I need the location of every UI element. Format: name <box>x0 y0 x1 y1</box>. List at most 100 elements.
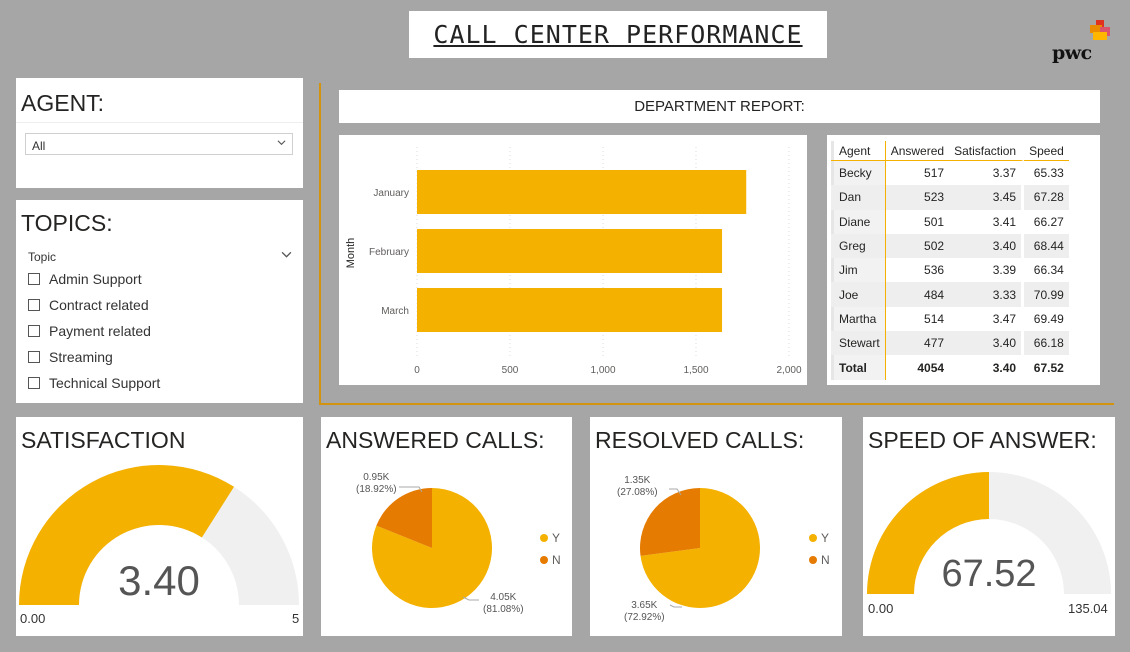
column-header[interactable]: Satisfaction <box>949 141 1025 161</box>
table-cell: 65.33 <box>1033 166 1064 181</box>
x-tick-label: 1,500 <box>683 365 708 376</box>
topic-option[interactable]: Payment related <box>28 322 151 340</box>
topic-option[interactable]: Admin Support <box>28 270 142 288</box>
checkbox[interactable] <box>28 273 40 285</box>
table-total-row[interactable]: Total 4054 3.40 67.52 <box>831 355 1069 380</box>
x-tick-label: 500 <box>502 365 519 376</box>
table-row[interactable]: Stewart 477 3.40 66.18 <box>831 331 1069 356</box>
bar[interactable] <box>417 170 747 214</box>
legend-item[interactable]: Y <box>809 531 829 545</box>
legend-item[interactable]: Y <box>540 531 560 545</box>
table-row[interactable]: Martha 514 3.47 69.49 <box>831 306 1069 332</box>
table-cell: 69.49 <box>1033 311 1064 326</box>
column-header[interactable]: Agent <box>834 141 885 161</box>
legend-item[interactable]: N <box>809 553 830 567</box>
topic-option-label: Admin Support <box>49 271 142 287</box>
checkbox[interactable] <box>28 299 40 311</box>
bar[interactable] <box>417 288 723 332</box>
leader-line <box>669 604 682 608</box>
agent-dropdown-value: All <box>32 139 46 153</box>
legend-dot <box>809 556 817 564</box>
chevron-down-icon[interactable] <box>281 249 292 260</box>
gauge-min-label: 0.00 <box>868 601 894 616</box>
topic-option[interactable]: Contract related <box>28 296 149 314</box>
answered-calls-card[interactable]: ANSWERED CALLS: 0.95K (18.92%) 4.05K (81… <box>321 417 572 636</box>
department-report-header: DEPARTMENT REPORT: <box>339 90 1100 123</box>
topic-option[interactable]: Technical Support <box>28 374 160 392</box>
logo-blocks-icon <box>1090 20 1110 40</box>
topic-option-label: Technical Support <box>49 375 161 391</box>
table-cell: 3.45 <box>949 185 1025 210</box>
table-cell: 3.40 <box>949 233 1025 259</box>
table-cell: 3.33 <box>949 282 1025 307</box>
table-cell: 514 <box>884 306 949 332</box>
resolved-calls-card[interactable]: RESOLVED CALLS: 1.35K (27.08%) 3.65K (72… <box>590 417 842 636</box>
pie-label-percent: (27.08%) <box>617 487 658 498</box>
legend-dot <box>809 534 817 542</box>
checkbox[interactable] <box>28 377 40 389</box>
pie-label-value: 1.35K <box>624 475 651 486</box>
topic-field-label: Topic <box>28 250 57 264</box>
pie-label-y: 4.05K (81.08%) <box>483 592 524 616</box>
table-cell: 66.34 <box>1033 263 1064 278</box>
satisfaction-gauge-card[interactable]: SATISFACTION 3.40 0.00 5 <box>16 417 303 636</box>
bar[interactable] <box>417 229 723 273</box>
legend-item[interactable]: N <box>540 553 561 567</box>
agent-table[interactable]: Agent Answered Satisfaction Speed Becky 5… <box>827 135 1100 385</box>
agent-slicer: AGENT: All <box>16 78 303 188</box>
table-row[interactable]: Dan 523 3.45 67.28 <box>831 185 1069 210</box>
table-cell: 66.18 <box>1024 331 1069 356</box>
agent-dropdown[interactable]: All <box>25 133 293 155</box>
table-cell: 67.52 <box>1033 360 1064 375</box>
pie-label-value: 3.65K <box>631 600 658 611</box>
x-tick-label: 0 <box>414 365 420 376</box>
department-frame-line <box>319 403 1114 405</box>
table-cell: 3.39 <box>949 258 1025 283</box>
speed-gauge-card[interactable]: SPEED OF ANSWER: 67.52 0.00 135.04 <box>863 417 1115 636</box>
topic-option[interactable]: Streaming <box>28 348 113 366</box>
answered-calls-pie <box>372 486 492 608</box>
column-header[interactable]: Answered <box>884 141 950 161</box>
agent-name-cell: Dan <box>834 185 885 210</box>
table-cell: 3.40 <box>949 355 1025 380</box>
table-cell: 477 <box>884 331 950 356</box>
table-cell: 536 <box>884 258 949 283</box>
department-report-title: DEPARTMENT REPORT: <box>634 98 805 115</box>
pwc-logo: pwc <box>1050 18 1112 66</box>
legend-label: Y <box>821 531 830 545</box>
checkbox[interactable] <box>28 325 40 337</box>
table-cell: 501 <box>884 209 949 234</box>
table-row[interactable]: Joe 484 3.33 70.99 <box>831 282 1069 307</box>
legend-label: N <box>552 553 561 567</box>
agent-name-cell: Diane <box>834 209 885 234</box>
table-row[interactable]: Diane 501 3.41 66.27 <box>831 209 1069 234</box>
table-cell: 502 <box>884 233 950 259</box>
logo-text: pwc <box>1052 42 1092 64</box>
pie-label-n: 0.95K (18.92%) <box>356 472 397 496</box>
agent-table-grid: Agent Answered Satisfaction Speed Becky 5… <box>831 141 1069 380</box>
satisfaction-value: 3.40 <box>118 557 200 604</box>
table-cell: 4054 <box>884 355 949 380</box>
table-row[interactable]: Greg 502 3.40 68.44 <box>831 233 1069 259</box>
monthly-bar-chart[interactable]: 0 500 1,000 1,500 2,000 January February March M… <box>339 135 807 385</box>
gauge-min-label: 0.00 <box>20 611 46 626</box>
speed-value: 67.52 <box>941 553 1037 595</box>
pie-label-percent: (72.92%) <box>624 612 665 623</box>
table-row[interactable]: Jim 536 3.39 66.34 <box>831 258 1069 283</box>
agent-name-cell: Total <box>834 355 885 380</box>
pie-label-value: 4.05K <box>490 592 517 603</box>
topic-option-label: Payment related <box>49 323 151 339</box>
agent-name-cell: Stewart <box>834 331 885 356</box>
y-tick-label: March <box>381 306 409 317</box>
agent-name-cell: Martha <box>834 306 885 332</box>
column-header[interactable]: Speed <box>1024 141 1069 161</box>
agent-name-cell: Greg <box>834 233 885 259</box>
pie-label-y: 3.65K (72.92%) <box>624 600 665 624</box>
checkbox[interactable] <box>28 351 40 363</box>
pie-label-percent: (81.08%) <box>483 604 524 615</box>
chevron-down-icon <box>277 140 286 146</box>
table-row[interactable]: Becky 517 3.37 65.33 <box>831 161 1069 186</box>
y-tick-label: January <box>373 188 409 199</box>
bar-chart-svg: 0 500 1,000 1,500 2,000 January February March M… <box>345 147 802 376</box>
agent-heading: AGENT: <box>21 90 105 116</box>
